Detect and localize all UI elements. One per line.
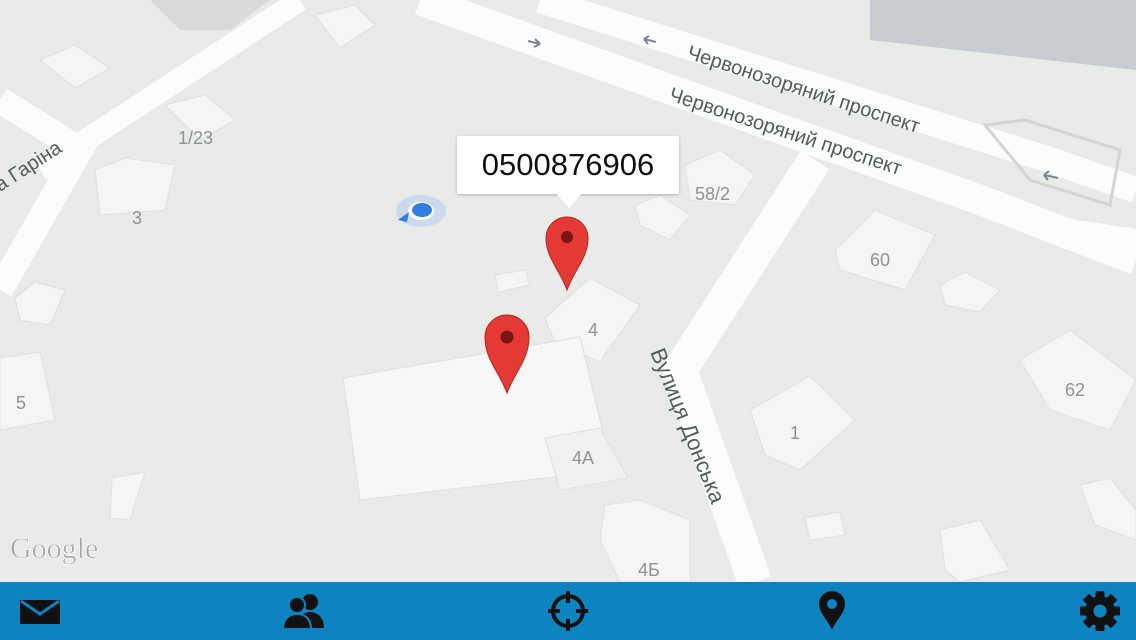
envelope-icon [20,599,60,624]
bottom-nav [0,582,1136,640]
building-label: 60 [870,250,890,270]
marker-callout[interactable]: 0500876906 [457,136,679,194]
contacts-button[interactable] [264,582,344,640]
map-pin-icon [819,591,845,630]
road-prospekt-ramp [1068,219,1136,251]
crosshair-icon [548,591,588,631]
locate-me-button[interactable] [528,582,608,640]
google-watermark: Google [10,532,98,565]
callout-tail [556,193,582,208]
messages-button[interactable] [0,582,80,640]
building-label: 5 [16,393,26,413]
building-label: 58/2 [695,184,730,204]
places-button[interactable] [792,582,872,640]
map-view[interactable]: 1/23 3 58/2 60 4 5 62 1 4А 4Б Червонозор… [0,0,1136,582]
building-label: 4Б [638,560,660,580]
building-label: 4 [588,320,598,340]
building-label: 62 [1065,380,1085,400]
settings-button[interactable] [1060,582,1136,640]
current-location-icon[interactable] [396,195,446,227]
building-label: 1/23 [178,128,213,148]
building-label: 1 [790,423,800,443]
building-label: 4А [572,448,594,468]
gear-icon [1080,591,1120,631]
building-label: 3 [132,208,142,228]
building-3 [94,157,176,216]
app: 1/23 3 58/2 60 4 5 62 1 4А 4Б Червонозор… [0,0,1136,640]
contacts-icon [282,594,324,630]
